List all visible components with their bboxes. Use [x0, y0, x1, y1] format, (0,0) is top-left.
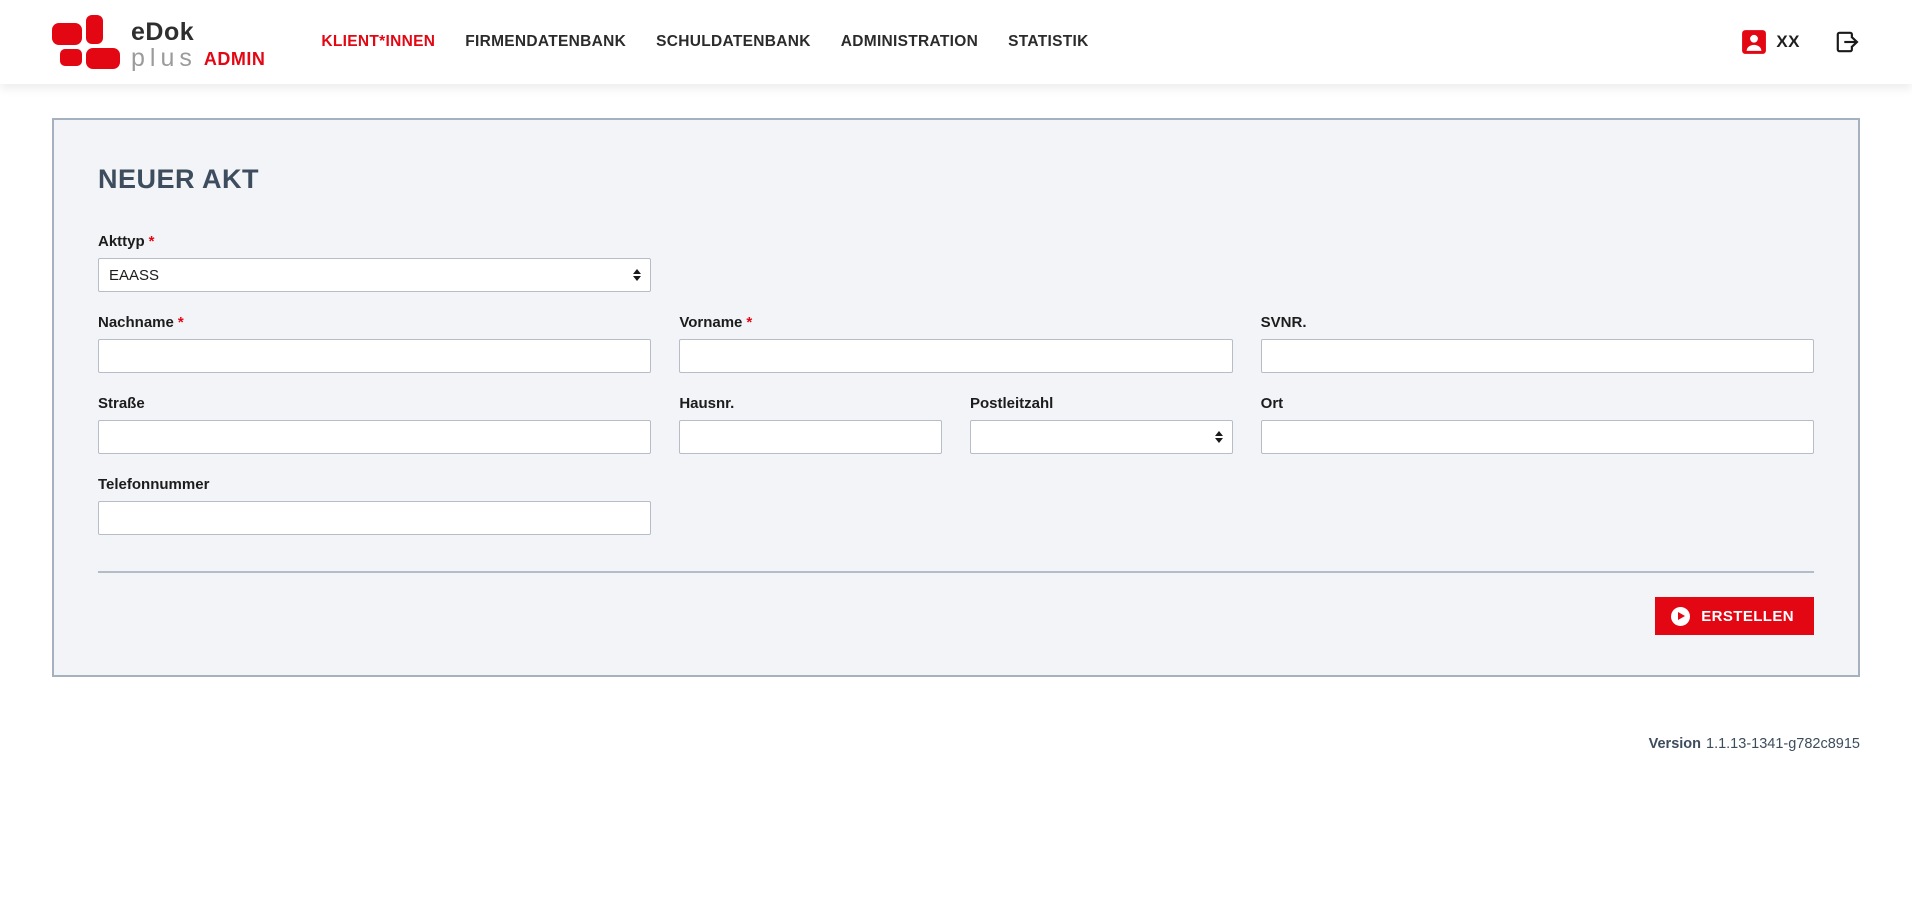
nav-item-administration[interactable]: ADMINISTRATION	[841, 33, 978, 51]
nachname-label: Nachname*	[98, 314, 651, 331]
app-logo[interactable]: eDok plus ADMIN	[52, 13, 265, 71]
main-content: NEUER AKT Akttyp* EAASS Nachname* Vornam…	[0, 84, 1912, 677]
postleitzahl-select[interactable]	[970, 420, 1233, 454]
nav-item-klientinnen[interactable]: KLIENT*INNEN	[321, 33, 435, 51]
postleitzahl-label: Postleitzahl	[970, 395, 1233, 412]
strasse-input[interactable]	[98, 420, 651, 454]
chevron-up-down-icon	[633, 269, 641, 281]
hausnr-field: Hausnr.	[679, 395, 942, 454]
required-marker: *	[746, 314, 752, 331]
form-row-address: Straße Hausnr. Postleitzahl Ort	[98, 395, 1814, 454]
app-header: eDok plus ADMIN KLIENT*INNEN FIRMENDATEN…	[0, 0, 1912, 84]
nachname-field: Nachname*	[98, 314, 651, 373]
ort-input[interactable]	[1261, 420, 1814, 454]
user-initials: XX	[1776, 32, 1800, 52]
form-row-akttyp: Akttyp* EAASS	[98, 233, 1814, 292]
svnr-field: SVNR.	[1261, 314, 1814, 373]
page-title: NEUER AKT	[98, 164, 1814, 195]
logout-icon	[1834, 29, 1860, 55]
akttyp-field: Akttyp* EAASS	[98, 233, 651, 292]
required-marker: *	[178, 314, 184, 331]
vorname-label: Vorname*	[679, 314, 1232, 331]
nav-item-firmendatenbank[interactable]: FIRMENDATENBANK	[465, 33, 626, 51]
form-actions: ERSTELLEN	[98, 597, 1814, 635]
erstellen-button-label: ERSTELLEN	[1701, 608, 1794, 625]
version-label: Version	[1649, 736, 1701, 752]
ort-label: Ort	[1261, 395, 1814, 412]
akttyp-selected-value: EAASS	[109, 267, 159, 284]
svnr-label: SVNR.	[1261, 314, 1814, 331]
header-right: XX	[1741, 29, 1860, 55]
nav-item-statistik[interactable]: STATISTIK	[1008, 33, 1088, 51]
nachname-input[interactable]	[98, 339, 651, 373]
version-info: Version 1.1.13-1341-g782c8915	[1649, 736, 1860, 752]
akttyp-select[interactable]: EAASS	[98, 258, 651, 292]
erstellen-button[interactable]: ERSTELLEN	[1655, 597, 1814, 635]
hausnr-plz-group: Hausnr. Postleitzahl	[679, 395, 1232, 454]
vorname-input[interactable]	[679, 339, 1232, 373]
required-marker: *	[149, 233, 155, 250]
chevron-up-down-icon	[1215, 431, 1223, 443]
svnr-input[interactable]	[1261, 339, 1814, 373]
logo-plus-label: plus	[131, 45, 197, 71]
strasse-label: Straße	[98, 395, 651, 412]
strasse-field: Straße	[98, 395, 651, 454]
neuer-akt-card: NEUER AKT Akttyp* EAASS Nachname* Vornam…	[52, 118, 1860, 677]
edok-logo-icon	[52, 13, 122, 71]
postleitzahl-field: Postleitzahl	[970, 395, 1233, 454]
hausnr-input[interactable]	[679, 420, 942, 454]
user-badge-icon	[1741, 29, 1767, 55]
telefonnummer-label: Telefonnummer	[98, 476, 651, 493]
logo-text: eDok plus	[131, 19, 197, 72]
logout-button[interactable]	[1834, 29, 1860, 55]
form-divider	[98, 571, 1814, 573]
main-nav: KLIENT*INNEN FIRMENDATENBANK SCHULDATENB…	[321, 33, 1088, 51]
page-footer: Version 1.1.13-1341-g782c8915	[0, 677, 1912, 783]
ort-field: Ort	[1261, 395, 1814, 454]
user-menu[interactable]: XX	[1741, 29, 1800, 55]
logo-edok-label: eDok	[131, 19, 197, 45]
akttyp-label: Akttyp*	[98, 233, 651, 250]
hausnr-label: Hausnr.	[679, 395, 942, 412]
play-circle-icon	[1671, 607, 1690, 626]
nav-item-schuldatenbank[interactable]: SCHULDATENBANK	[656, 33, 811, 51]
form-row-name: Nachname* Vorname* SVNR.	[98, 314, 1814, 373]
version-value: 1.1.13-1341-g782c8915	[1706, 736, 1860, 752]
vorname-field: Vorname*	[679, 314, 1232, 373]
logo-admin-label: ADMIN	[204, 49, 266, 71]
telefonnummer-input[interactable]	[98, 501, 651, 535]
form-row-telefon: Telefonnummer	[98, 476, 1814, 535]
telefonnummer-field: Telefonnummer	[98, 476, 651, 535]
